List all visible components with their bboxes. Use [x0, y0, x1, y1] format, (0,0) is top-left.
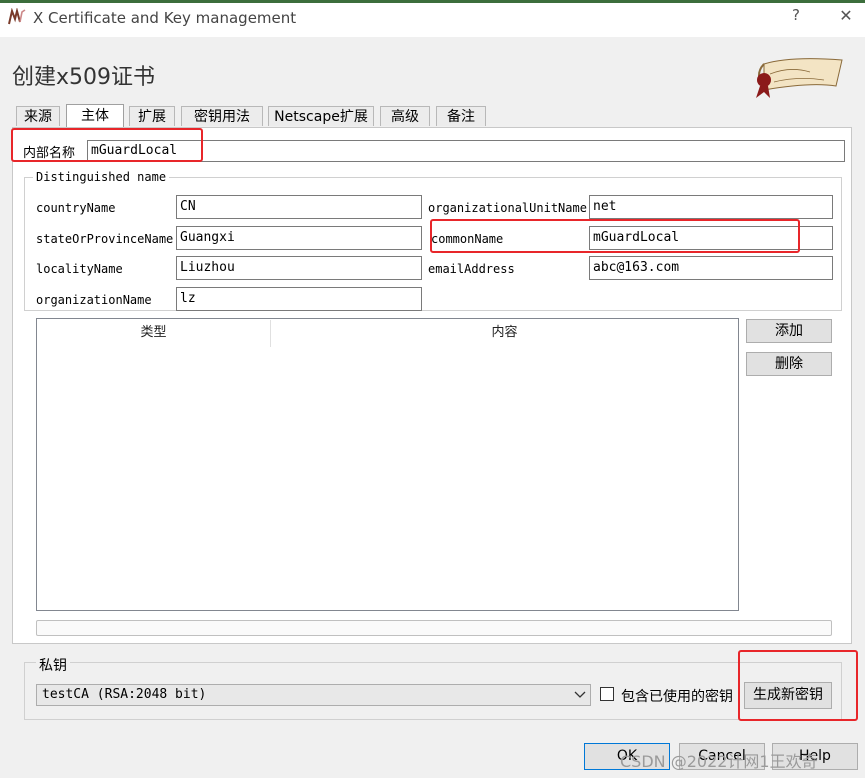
tab-netscape[interactable]: Netscape扩展	[268, 106, 374, 126]
close-icon[interactable]: ✕	[834, 6, 858, 30]
tab-key-usage[interactable]: 密钥用法	[181, 106, 263, 126]
tab-advanced[interactable]: 高级	[380, 106, 430, 126]
chevron-down-icon	[574, 691, 586, 698]
organization-input[interactable]: lz	[176, 287, 422, 311]
organization-label: organizationName	[36, 293, 152, 307]
tab-subject[interactable]: 主体	[66, 104, 124, 128]
highlight-generate-key	[738, 650, 858, 721]
org-unit-input[interactable]: net	[589, 195, 833, 219]
status-bar	[36, 620, 832, 636]
tab-source[interactable]: 来源	[16, 106, 60, 126]
tab-extensions[interactable]: 扩展	[129, 106, 175, 126]
extra-dn-table[interactable]	[36, 318, 739, 611]
email-input[interactable]: abc@163.com	[589, 256, 833, 280]
tab-comment[interactable]: 备注	[436, 106, 486, 126]
app-logo-icon	[8, 8, 26, 25]
state-input[interactable]: Guangxi	[176, 226, 422, 250]
country-name-input[interactable]: CN	[176, 195, 422, 219]
page-title: 创建x509证书	[12, 65, 156, 90]
private-key-select[interactable]: testCA (RSA:2048 bit)	[36, 684, 591, 706]
watermark: CSDN @2022计网1王欢奇	[620, 752, 818, 771]
brand-logo-icon	[756, 58, 843, 98]
locality-input[interactable]: Liuzhou	[176, 256, 422, 280]
help-icon[interactable]: ?	[786, 6, 806, 30]
column-header-content[interactable]: 内容	[271, 321, 738, 345]
dn-group-title: Distinguished name	[33, 170, 170, 184]
column-header-type[interactable]: 类型	[37, 321, 270, 345]
email-label: emailAddress	[428, 262, 515, 276]
private-key-group-title: 私钥	[36, 655, 70, 675]
country-name-label: countryName	[36, 201, 116, 215]
include-used-keys-checkbox[interactable]	[600, 687, 614, 701]
window-title: X Certificate and Key management	[33, 9, 297, 27]
highlight-internal-name	[11, 128, 203, 162]
highlight-common-name	[430, 219, 800, 253]
private-key-selected: testCA (RSA:2048 bit)	[42, 687, 207, 702]
org-unit-label: organizationalUnitName	[428, 201, 587, 215]
include-used-keys-label: 包含已使用的密钥	[621, 689, 733, 705]
add-button[interactable]: 添加	[746, 319, 832, 343]
locality-label: localityName	[36, 262, 123, 276]
delete-button[interactable]: 删除	[746, 352, 832, 376]
state-label: stateOrProvinceName	[36, 232, 174, 246]
